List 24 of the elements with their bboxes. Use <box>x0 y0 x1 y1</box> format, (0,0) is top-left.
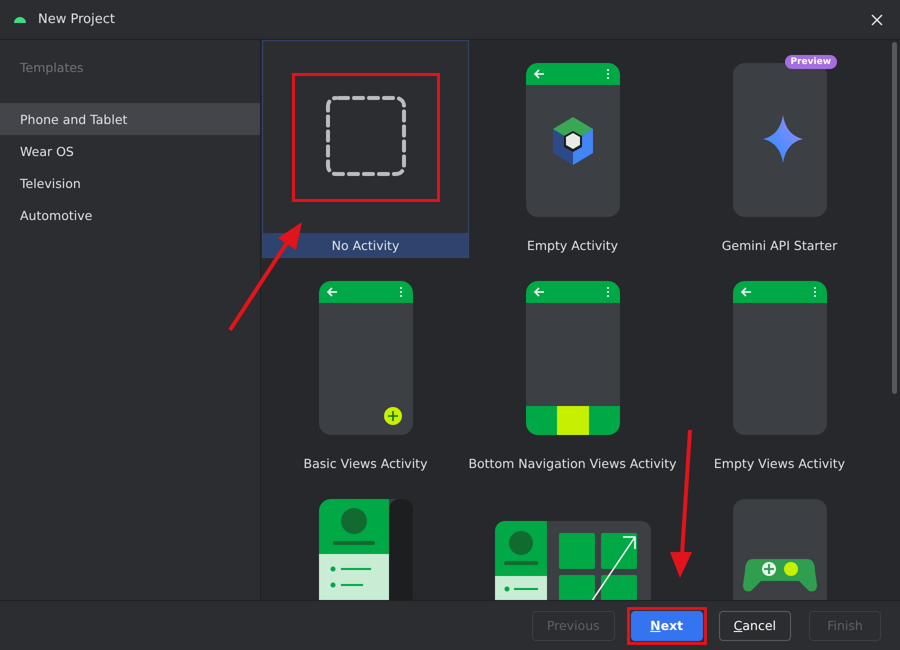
dialog-button[interactable]: Next <box>630 610 703 640</box>
template-tile[interactable]: Bottom Navigation Views Activity <box>469 258 676 476</box>
template-tile[interactable]: Basic Views Activity <box>262 258 469 476</box>
template-label: Gemini API Starter <box>720 236 838 254</box>
dialog-button[interactable]: Cancel <box>718 610 791 640</box>
template-tile[interactable]: No Activity <box>262 40 469 258</box>
template-label: Empty Activity <box>526 236 620 255</box>
android-logo-icon <box>14 16 26 23</box>
window-title: New Project <box>38 12 116 27</box>
template-label: Basic Views Activity <box>302 454 428 473</box>
template-tile[interactable]: Empty Activity <box>469 40 676 258</box>
preview-badge: Preview <box>784 55 838 69</box>
sidebar-heading: Templates <box>19 60 85 77</box>
scrollbar-thumb[interactable] <box>892 42 896 394</box>
template-tile[interactable]: Empty Views Activity <box>676 258 883 476</box>
sidebar-item[interactable]: Television <box>0 167 260 199</box>
sidebar-item[interactable]: Automotive <box>0 199 260 231</box>
template-label: No Activity <box>263 233 468 257</box>
template-label: Bottom Navigation Views Activity <box>470 454 675 473</box>
template-label: Empty Views Activity <box>712 454 846 473</box>
sidebar-item[interactable]: Wear OS <box>0 135 260 167</box>
close-icon <box>871 14 883 26</box>
sidebar-item[interactable]: Phone and Tablet <box>0 103 260 135</box>
template-tile[interactable]: Preview Gemini API Starter <box>676 40 883 258</box>
